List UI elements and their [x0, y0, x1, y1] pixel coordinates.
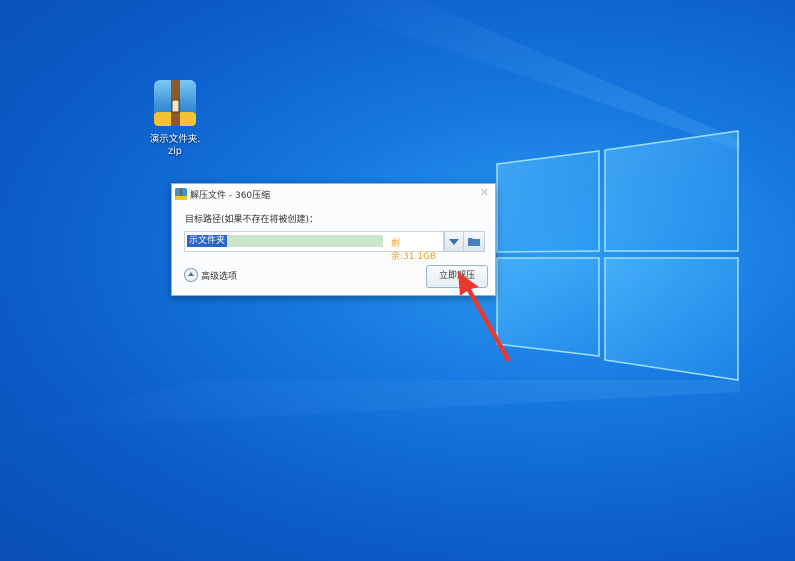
browse-folder-button[interactable] [463, 231, 485, 252]
dialog-titlebar[interactable]: 解压文件 - 360压缩 ✕ [172, 184, 495, 204]
expand-circle-icon [184, 268, 198, 282]
app-icon [175, 188, 187, 200]
chevron-down-icon [449, 239, 459, 245]
path-history-dropdown[interactable] [444, 231, 464, 252]
extract-dialog: 解压文件 - 360压缩 ✕ 目标路径(如果不存在将被创建)： 示文件夹 剩余:… [171, 183, 496, 296]
dialog-title: 解压文件 - 360压缩 [190, 191, 271, 201]
desktop-icon-label-line2: zip [168, 146, 182, 157]
desktop-zip-file[interactable]: 演示文件夹. zip [140, 78, 210, 158]
extract-now-button[interactable]: 立即解压 [426, 265, 488, 288]
close-icon[interactable]: ✕ [480, 186, 489, 199]
target-path-label: 目标路径(如果不存在将被创建)： [185, 215, 319, 225]
zip-archive-icon [154, 80, 196, 126]
desktop-icon-label-line1: 演示文件夹. [149, 134, 201, 145]
target-path-input[interactable]: 示文件夹 剩余:31.1GB [184, 231, 444, 262]
advanced-options-label: 高级选项 [201, 272, 238, 282]
free-space-text: 剩余:31.1GB [391, 239, 437, 262]
folder-icon [468, 238, 480, 246]
target-path-row: 示文件夹 剩余:31.1GB [184, 231, 485, 262]
path-selected-text: 示文件夹 [187, 235, 228, 247]
